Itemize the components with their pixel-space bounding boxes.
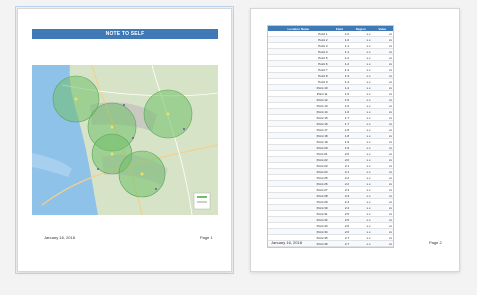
preview-page-1[interactable]: NOTE TO SELF January 16, 2018 Page 1 <box>15 6 234 274</box>
table-cell: x.x <box>350 240 372 247</box>
table-body: Point 1 1.0 x.x xx Point 2 1.0 x.x xx Point 3 1.1… <box>268 31 393 247</box>
page-footer-date: January 16, 2018 <box>271 240 302 245</box>
map-image <box>32 65 218 215</box>
page-footer-number: Page 1 <box>200 235 213 240</box>
preview-page-2[interactable]: Location Name Field Region Value Point 1… <box>250 8 460 272</box>
page-footer-number: Page 2 <box>429 240 442 245</box>
data-table: Location Name Field Region Value Point 1… <box>267 25 394 248</box>
table-cell: xx <box>371 240 393 247</box>
page-footer-date: January 16, 2018 <box>44 235 75 240</box>
table-cell: 2.7 <box>328 240 351 247</box>
table: Location Name Field Region Value Point 1… <box>268 26 393 247</box>
page-title-bar: NOTE TO SELF <box>32 29 218 39</box>
map-graphic <box>32 65 218 215</box>
